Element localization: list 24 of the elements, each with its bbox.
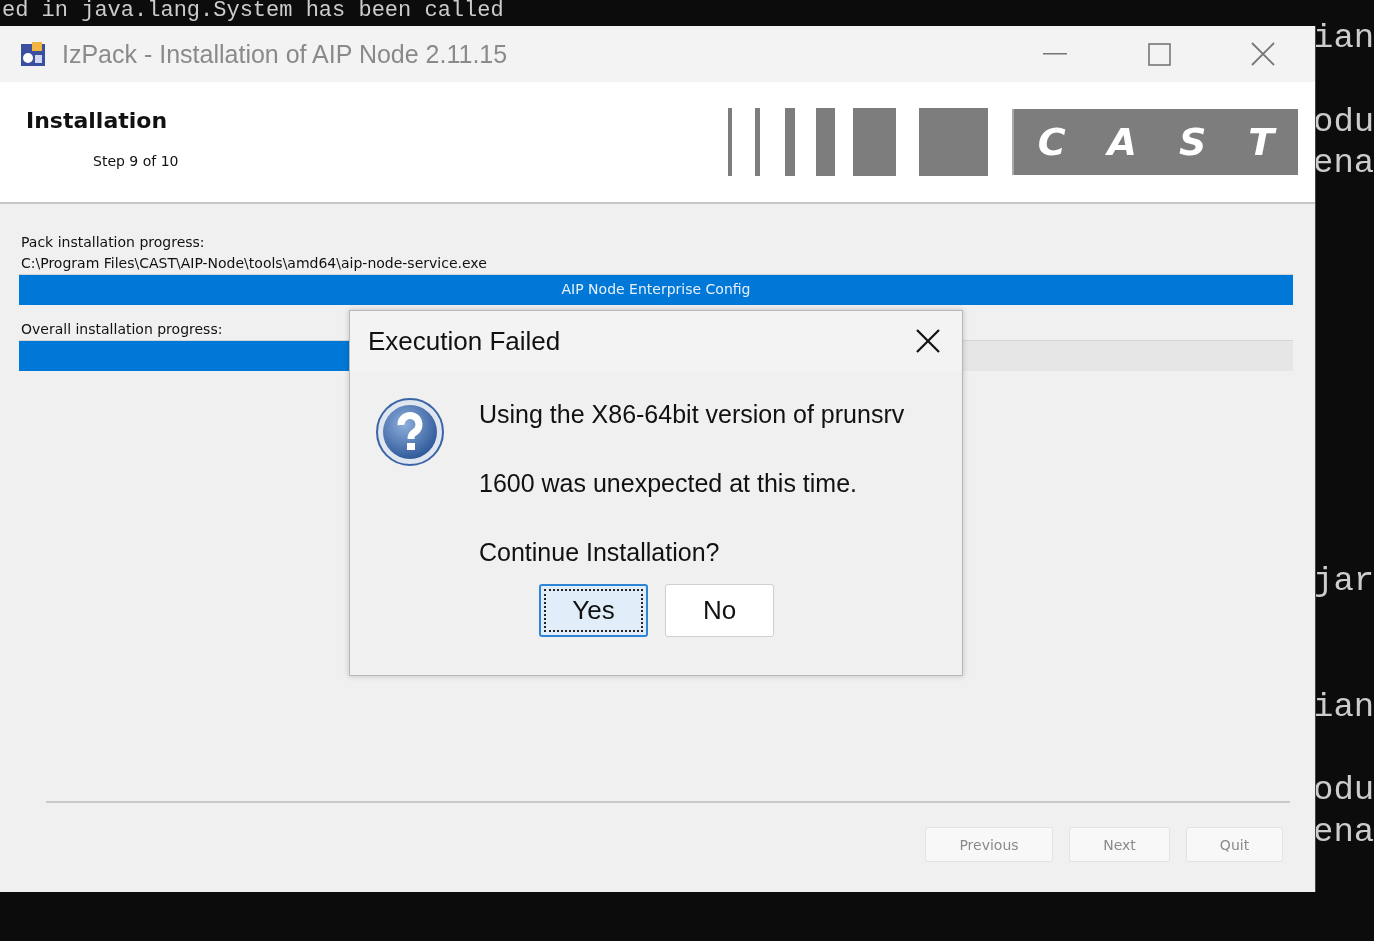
file-path: C:\Program Files\CAST\AIP-Node\tools\amd64\aip-node-service.exe: [20, 254, 487, 273]
close-icon[interactable]: [916, 329, 940, 353]
header-title: Installation: [26, 107, 169, 133]
progress-text: AIP Node Enterprise Config: [560, 281, 752, 297]
progress-label: Pack installation progress:: [20, 233, 205, 252]
step-counter: Step 9 of 10: [92, 152, 179, 169]
terminal-text: ian: [1313, 686, 1374, 728]
terminal-text: odu: [1313, 770, 1374, 812]
dialog-message: 1600 was unexpected at this time.: [479, 470, 858, 497]
terminal-text: ed in java.lang.System has been called: [2, 0, 504, 25]
terminal-text: ena: [1313, 812, 1374, 854]
maximize-icon[interactable]: [1147, 42, 1171, 66]
dialog-message: Continue Installation?: [479, 539, 721, 566]
app-icon: [20, 41, 46, 67]
terminal-text: jar: [1313, 561, 1374, 603]
dialog-message: Using the X86-64bit version of prunsrv: [479, 401, 905, 428]
minimize-icon[interactable]: [1043, 53, 1067, 55]
window-title: IzPack - Installation of AIP Node 2.11.15: [62, 39, 509, 69]
dialog-button[interactable]: No: [665, 584, 774, 637]
terminal-text: ian: [1313, 18, 1374, 59]
dialog-button[interactable]: Yes: [539, 584, 648, 637]
question-icon: [375, 397, 445, 467]
progress-label: Overall installation progress:: [20, 320, 223, 339]
dialog-title: Execution Failed: [368, 325, 561, 357]
